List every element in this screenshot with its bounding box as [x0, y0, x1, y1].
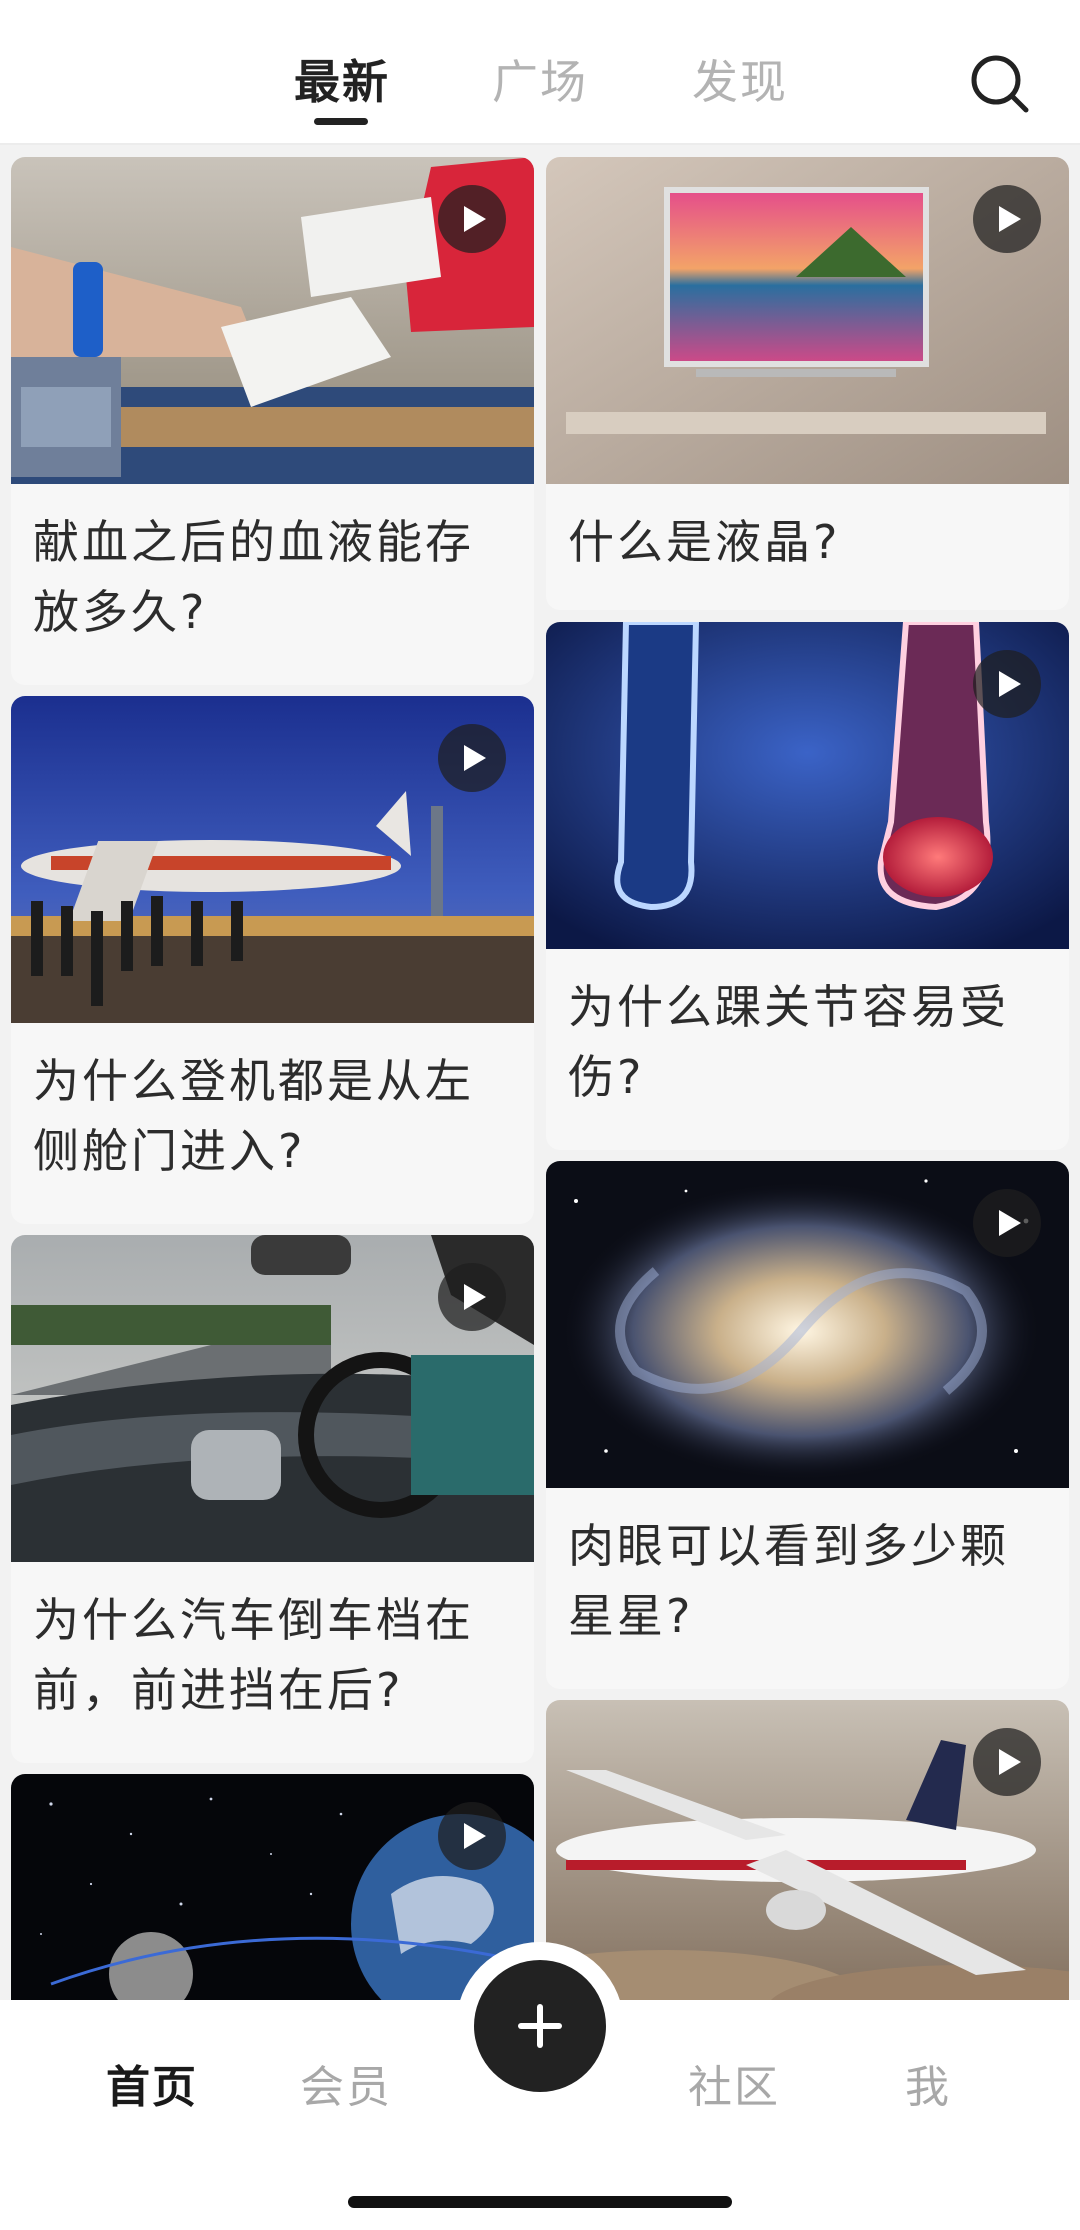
tab-square[interactable]: 广场	[492, 52, 588, 112]
feed-card[interactable]: 献血之后的血液能存放多久?	[11, 157, 534, 685]
feed-card[interactable]: 什么是液晶?	[546, 157, 1069, 610]
feed-card[interactable]: 为什么踝关节容易受伤?	[546, 622, 1069, 1150]
card-title: 为什么踝关节容易受伤?	[568, 980, 1009, 1104]
card-title: 为什么汽车倒车档在前，前进挡在后?	[33, 1593, 474, 1717]
ankle-xray-photo	[546, 622, 1069, 949]
jet-airliner-photo	[546, 1700, 1069, 2000]
nav-home[interactable]: 首页	[106, 2058, 198, 2118]
car-dashboard-photo	[11, 1235, 534, 1562]
search-button[interactable]	[968, 52, 1032, 116]
feed-card[interactable]: 为什么登机都是从左侧舱门进入?	[11, 696, 534, 1224]
play-icon[interactable]	[438, 1263, 506, 1331]
home-indicator[interactable]	[348, 2196, 732, 2208]
card-title: 什么是液晶?	[568, 515, 841, 569]
play-icon[interactable]	[438, 724, 506, 792]
airport-boarding-photo	[11, 696, 534, 1023]
nav-community[interactable]: 社区	[688, 2058, 780, 2118]
top-tab-bar: 最新 广场 发现	[0, 0, 1080, 145]
feed-card[interactable]: 肉眼可以看到多少颗星星?	[546, 1161, 1069, 1689]
card-title: 肉眼可以看到多少颗星星?	[568, 1519, 1009, 1643]
feed-card[interactable]: 为什么汽车倒车档在前，前进挡在后?	[11, 1235, 534, 1763]
play-icon[interactable]	[973, 1189, 1041, 1257]
tab-discover[interactable]: 发现	[692, 52, 788, 112]
play-icon[interactable]	[973, 650, 1041, 718]
feed-card[interactable]	[546, 1700, 1069, 2000]
active-tab-indicator	[314, 118, 368, 125]
add-post-button[interactable]	[474, 1960, 606, 2092]
play-icon[interactable]	[973, 1728, 1041, 1796]
search-icon	[971, 55, 1029, 113]
play-icon[interactable]	[973, 185, 1041, 253]
app-root: 最新 广场 发现 献血之后的血液能存放多久? 为什么登机都是从左侧舱门进入? 为…	[0, 0, 1080, 2230]
video-feed[interactable]: 献血之后的血液能存放多久? 为什么登机都是从左侧舱门进入? 为什么汽车倒车档在前…	[0, 145, 1080, 2000]
card-title: 为什么登机都是从左侧舱门进入?	[33, 1054, 474, 1178]
play-icon[interactable]	[438, 1802, 506, 1870]
nav-me[interactable]: 我	[905, 2058, 951, 2118]
card-title: 献血之后的血液能存放多久?	[33, 515, 474, 639]
play-icon[interactable]	[438, 185, 506, 253]
feed-card[interactable]	[11, 1774, 534, 2000]
spiral-galaxy-photo	[546, 1161, 1069, 1488]
nav-membership[interactable]: 会员	[300, 2058, 392, 2118]
lcd-tv-photo	[546, 157, 1069, 484]
blood-donation-photo	[11, 157, 534, 484]
earth-moon-space-photo	[11, 1774, 534, 2000]
tab-latest[interactable]: 最新	[294, 52, 390, 112]
